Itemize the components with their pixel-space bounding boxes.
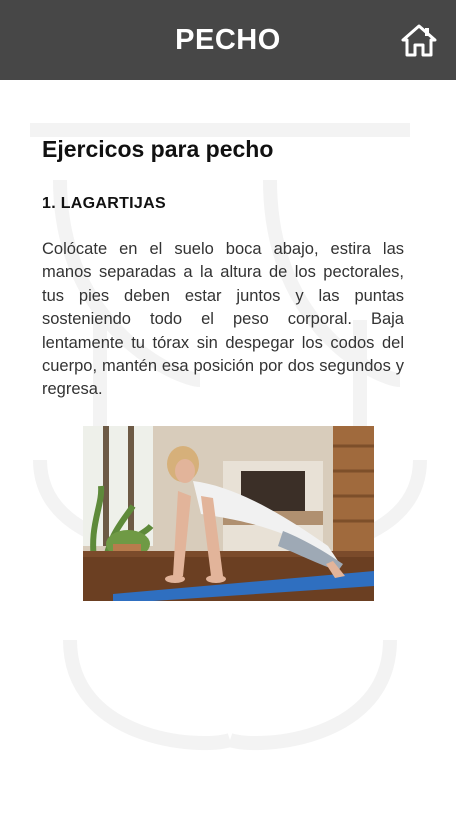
home-button[interactable] bbox=[400, 21, 438, 59]
exercise-title: 1. LAGARTIJAS bbox=[42, 195, 166, 212]
app-header: PECHO bbox=[0, 0, 456, 80]
section-title: Ejercicos para pecho bbox=[42, 136, 274, 162]
home-icon bbox=[401, 24, 437, 57]
page-title: PECHO bbox=[175, 23, 281, 56]
screen: PECHO Ejercicos para pecho 1. LAGARTIJAS… bbox=[0, 0, 456, 815]
exercise-description: Colócate en el suelo boca abajo, estira … bbox=[42, 240, 404, 399]
exercise-photo bbox=[83, 426, 374, 601]
